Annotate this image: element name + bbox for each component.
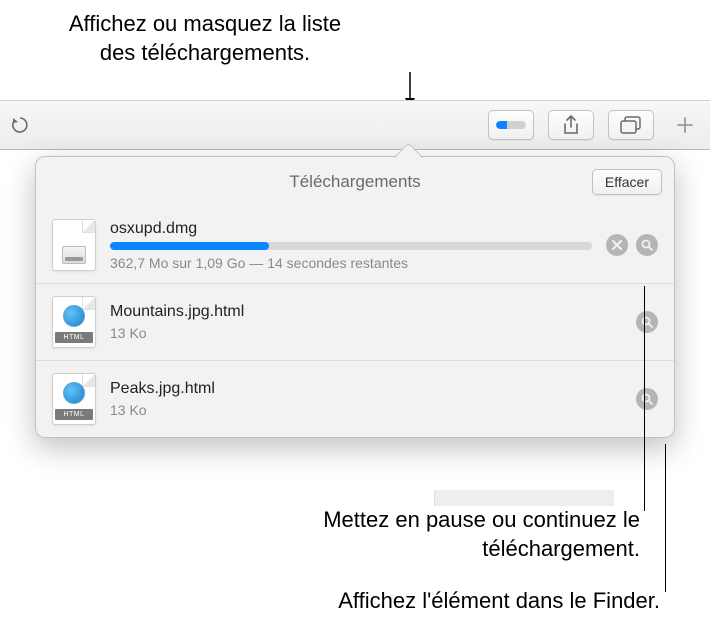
close-icon: [612, 240, 622, 250]
download-filename: Peaks.jpg.html: [110, 380, 622, 398]
new-tab-button[interactable]: [668, 110, 702, 140]
download-size: 13 Ko: [110, 402, 622, 418]
download-size: 13 Ko: [110, 325, 622, 341]
downloads-progress-icon: [496, 121, 526, 129]
file-icon-html: HTML: [52, 296, 96, 348]
reload-icon: [11, 116, 29, 134]
share-button[interactable]: [548, 110, 594, 140]
magnifier-icon: [641, 316, 653, 328]
tabs-icon: [620, 116, 642, 134]
callout-reveal-finder: Affichez l'élément dans le Finder.: [180, 587, 660, 616]
download-progress-fill: [110, 242, 269, 250]
download-progress-bar: [110, 242, 592, 250]
callout-pause-resume: Mettez en pause ou continuez le téléchar…: [160, 506, 640, 563]
plus-icon: [676, 116, 694, 134]
reveal-in-finder-button[interactable]: [636, 311, 658, 333]
clear-button[interactable]: Effacer: [592, 169, 662, 195]
magnifier-icon: [641, 393, 653, 405]
page-background-accent: [434, 490, 614, 506]
callout-show-hide-downloads: Affichez ou masquez la liste des télécha…: [50, 10, 360, 67]
file-icon-html: HTML: [52, 373, 96, 425]
share-icon: [563, 115, 579, 135]
tabs-button[interactable]: [608, 110, 654, 140]
download-filename: osxupd.dmg: [110, 220, 592, 238]
download-info: osxupd.dmg 362,7 Mo sur 1,09 Go — 14 sec…: [110, 220, 592, 271]
downloads-button[interactable]: [488, 110, 534, 140]
download-info: Mountains.jpg.html 13 Ko: [110, 303, 622, 341]
download-item: osxupd.dmg 362,7 Mo sur 1,09 Go — 14 sec…: [36, 207, 674, 283]
callout-leader-line: [644, 286, 645, 511]
download-info: Peaks.jpg.html 13 Ko: [110, 380, 622, 418]
callout-leader-line: [665, 444, 666, 592]
reload-button[interactable]: [8, 108, 32, 142]
file-icon-dmg: [52, 219, 96, 271]
stop-download-button[interactable]: [606, 234, 628, 256]
popover-title: Téléchargements: [289, 172, 420, 192]
reveal-in-finder-button[interactable]: [636, 388, 658, 410]
download-filename: Mountains.jpg.html: [110, 303, 622, 321]
reveal-in-finder-button[interactable]: [636, 234, 658, 256]
downloads-popover: Téléchargements Effacer osxupd.dmg 362,7…: [35, 156, 675, 438]
download-item: HTML Mountains.jpg.html 13 Ko: [36, 283, 674, 360]
downloads-list: osxupd.dmg 362,7 Mo sur 1,09 Go — 14 sec…: [36, 207, 674, 437]
download-item: HTML Peaks.jpg.html 13 Ko: [36, 360, 674, 437]
download-status: 362,7 Mo sur 1,09 Go — 14 secondes resta…: [110, 255, 592, 271]
popover-header: Téléchargements Effacer: [36, 157, 674, 207]
magnifier-icon: [641, 239, 653, 251]
browser-toolbar: [0, 100, 710, 150]
